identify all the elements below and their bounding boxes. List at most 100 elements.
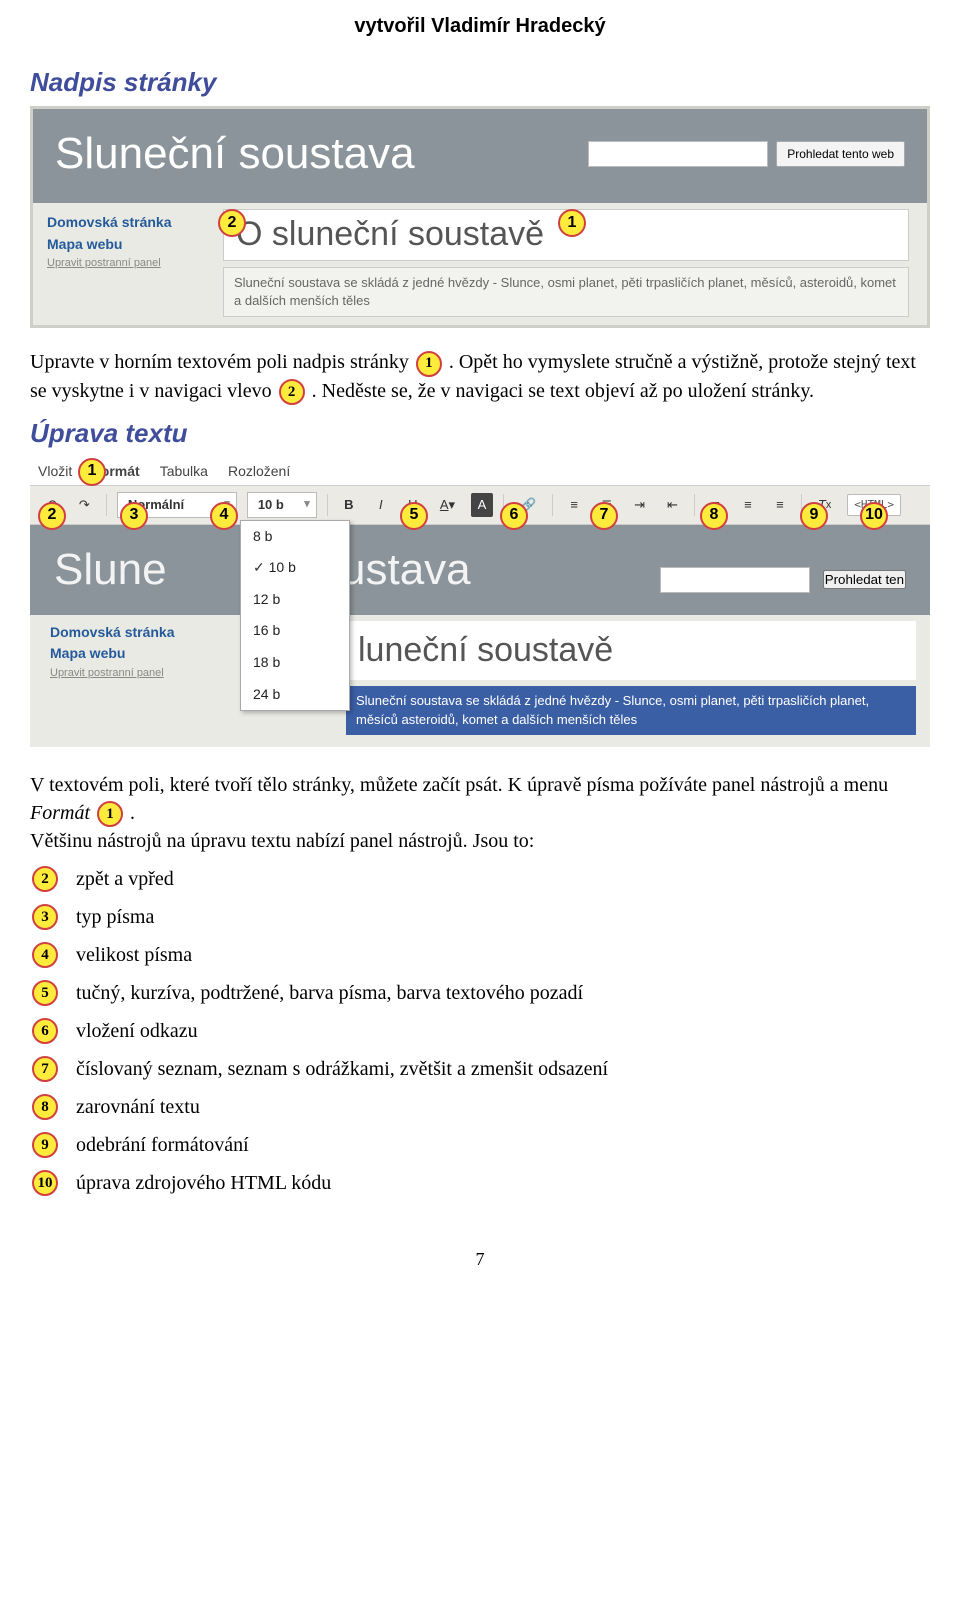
tool-marker: 2 [32,866,58,892]
tool-marker: 7 [32,1056,58,1082]
size-option[interactable]: 24 b [241,679,349,711]
paragraph-2: V textovém poli, které tvoří tělo stránk… [30,771,930,855]
separator [694,494,695,516]
bold-button[interactable]: B [338,493,360,517]
annot-m9: 9 [800,502,828,530]
indent-more-button[interactable]: ⇥ [628,493,651,517]
menu-rozlozeni[interactable]: Rozložení [228,462,290,482]
annot-m2: 2 [38,502,66,530]
banner-left-text: Slune [54,539,167,601]
menu-vlozit[interactable]: Vložit [38,462,72,482]
inline-marker-1: 1 [416,351,442,377]
text-color-button[interactable]: A▾ [434,493,461,517]
tool-item: 4 velikost písma [30,941,930,969]
tool-item: 10 úprava zdrojového HTML kódu [30,1169,930,1197]
annot-m10: 10 [860,502,888,530]
tool-item: 5 tučný, kurzíva, podtržené, barva písma,… [30,979,930,1007]
size-option[interactable]: 8 b [241,521,349,553]
annot-m1: 1 [78,458,106,486]
tool-label: velikost písma [76,941,192,969]
preview-page-title: luneční soustavě [346,621,916,681]
inline-marker-2: 2 [279,379,305,405]
nav-edit-sidebar[interactable]: Upravit postranní panel [47,256,203,271]
size-option[interactable]: 12 b [241,584,349,616]
size-option[interactable]: 10 b [241,552,349,584]
tool-marker: 6 [32,1018,58,1044]
redo-button[interactable]: ↷ [73,493,96,517]
align-center-button[interactable]: ≡ [737,493,759,517]
tool-label: typ písma [76,903,154,931]
separator [552,494,553,516]
annot-m5: 5 [400,502,428,530]
tool-label: zarovnání textu [76,1093,200,1121]
tool-marker: 4 [32,942,58,968]
tool-item: 7 číslovaný seznam, seznam s odrážkami, z… [30,1055,930,1083]
separator [327,494,328,516]
section-title-1: Nadpis stránky [30,64,930,100]
annot-m7: 7 [590,502,618,530]
tool-item: 3 typ písma [30,903,930,931]
size-option[interactable]: 18 b [241,647,349,679]
doc-author: vytvořil Vladimír Hradecký [30,12,930,40]
tool-marker: 5 [32,980,58,1006]
tool-marker: 9 [32,1132,58,1158]
tool-marker: 8 [32,1094,58,1120]
nav-home[interactable]: Domovská stránka [50,623,220,643]
page-description-box[interactable]: Sluneční soustava se skládá z jedné hvěz… [223,267,909,317]
preview-side-nav: Domovská stránka Mapa webu Upravit postr… [30,615,230,688]
tool-marker: 3 [32,904,58,930]
nav-map[interactable]: Mapa webu [50,644,220,664]
side-nav: Domovská stránka Mapa webu Upravit postr… [33,203,213,280]
preview-page-desc: Sluneční soustava se skládá z jedné hvěz… [346,686,916,734]
section-title-2: Úprava textu [30,415,930,451]
preview-search-button[interactable]: Prohledat ten [823,570,906,589]
tool-label: číslovaný seznam, seznam s odrážkami, zv… [76,1055,608,1083]
tool-item: 9 odebrání formátování [30,1131,930,1159]
p1-t3: . Neděste se, že v navigaci se text obje… [312,380,814,402]
italic-button[interactable]: I [370,493,392,517]
tool-marker: 10 [32,1170,58,1196]
tool-label: vložení odkazu [76,1017,198,1045]
tool-label: odebrání formátování [76,1131,249,1159]
tool-label: úprava zdrojového HTML kódu [76,1169,331,1197]
tool-label: tučný, kurzíva, podtržené, barva písma, … [76,979,583,1007]
tool-item: 6 vložení odkazu [30,1017,930,1045]
size-option[interactable]: 16 b [241,615,349,647]
page-number: 7 [30,1247,930,1272]
numbered-list-button[interactable]: ≡ [563,493,585,517]
tools-list: 2 zpět a vpřed 3 typ písma 4 velikost písma… [30,865,930,1197]
indent-less-button[interactable]: ⇤ [661,493,684,517]
inline-marker-p2-1: 1 [97,801,123,827]
editor-toolbar: ↶ ↷ Normální 10 b B I U A▾ A 🔗 ≡ ≣ ⇥ ⇤ ≡… [30,485,930,525]
search-button[interactable]: Prohledat tento web [776,141,905,167]
size-select[interactable]: 10 b [247,492,317,518]
screenshot-1: Sluneční soustava Prohledat tento web Do… [30,106,930,328]
p2-t1: V textovém poli, které tvoří tělo stránk… [30,774,888,796]
tool-label: zpět a vpřed [76,865,174,893]
menu-tabulka[interactable]: Tabulka [160,462,208,482]
nav-edit-sidebar[interactable]: Upravit postranní panel [50,666,220,681]
p2-t3: Většinu nástrojů na úpravu textu nabízí … [30,830,534,852]
tool-item: 8 zarovnání textu [30,1093,930,1121]
annot-m8: 8 [700,502,728,530]
p2-italic: Formát [30,802,90,824]
paragraph-1: Upravte v horním textovém poli nadpis st… [30,348,930,405]
nav-home[interactable]: Domovská stránka [47,213,203,233]
preview-search-input[interactable] [660,567,810,593]
editor-menubar: Vložit Formát Tabulka Rozložení [30,458,930,486]
bg-color-button[interactable]: A [471,493,493,517]
tool-item: 2 zpět a vpřed [30,865,930,893]
annot-m6: 6 [500,502,528,530]
p1-t1: Upravte v horním textovém poli nadpis st… [30,351,414,373]
screenshot-2: Vložit Formát Tabulka Rozložení ↶ ↷ Norm… [30,458,930,747]
search-input[interactable] [588,141,768,167]
nav-map[interactable]: Mapa webu [47,235,203,255]
align-right-button[interactable]: ≡ [769,493,791,517]
annot-m4: 4 [210,502,238,530]
font-size-dropdown: 8 b 10 b 12 b 16 b 18 b 24 b [240,520,350,712]
site-title: Sluneční soustava [55,123,415,185]
page-title-text: O sluneční soustavě [236,211,544,259]
p2-t2: . [130,802,135,824]
annot-m3: 3 [120,502,148,530]
preview-site-banner: Slune pustava Prohledat ten [30,525,930,615]
